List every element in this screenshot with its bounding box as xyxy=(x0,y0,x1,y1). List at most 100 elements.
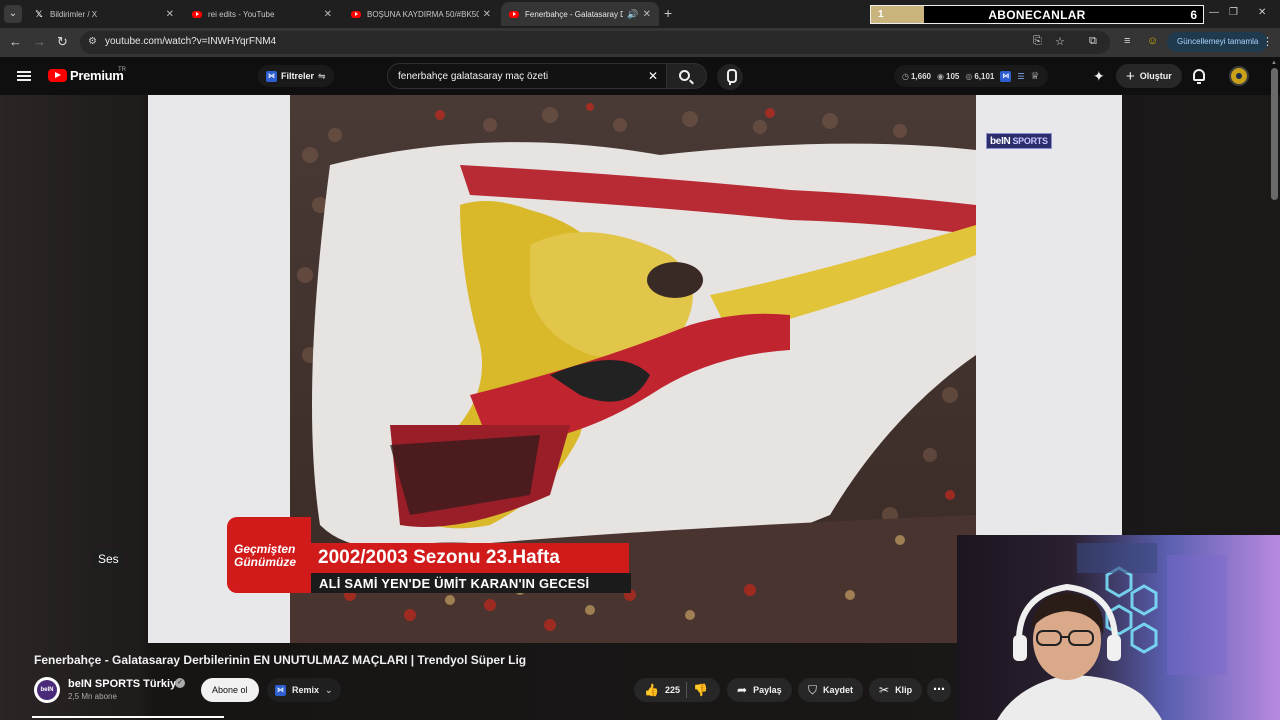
divider xyxy=(685,682,687,698)
save-button[interactable]: ⛉ Kaydet xyxy=(798,678,864,702)
award-icon: ♕ xyxy=(1030,70,1040,82)
browser-toolbar: ← → ↻ ⚙ youtube.com/watch?v=INWHYqrFNM4 … xyxy=(0,28,1280,57)
webcam-overlay xyxy=(957,535,1280,720)
extension-stats[interactable]: ◷ 1,660 ◉ 105 ◎ 6,101 ⋈ ☰ ♕ xyxy=(894,65,1048,87)
x-logo-icon: 𝕏 xyxy=(35,8,43,19)
media-control-icon[interactable]: ≡ xyxy=(1124,35,1130,47)
close-tab-icon[interactable]: ✕ xyxy=(166,9,174,20)
thumbs-down-icon[interactable]: 👎 xyxy=(693,683,708,697)
extension-icon: ⋈ xyxy=(266,70,277,82)
network-suffix: SPORTS xyxy=(1012,136,1048,146)
back-arrow-icon[interactable]: ← xyxy=(9,34,22,49)
lower-third-headline: 2002/2003 Sezonu 23.Hafta xyxy=(311,543,629,573)
channel-avatar[interactable] xyxy=(34,677,60,703)
clip-label: Klip xyxy=(895,685,913,695)
create-button[interactable]: + Oluştur xyxy=(1116,64,1182,88)
create-label: Oluştur xyxy=(1139,71,1172,81)
browser-tab-strip: ⌄ 𝕏 Bildirimler / X ✕ rei edits - YouTub… xyxy=(0,0,1280,28)
new-tab-plus-icon[interactable]: + xyxy=(664,5,672,21)
stat-a: 1,660 xyxy=(910,71,932,81)
close-tab-icon[interactable]: ✕ xyxy=(643,9,651,20)
lower-third-subline: ALİ SAMİ YEN'DE ÜMİT KARAN'IN GECESİ xyxy=(311,573,631,593)
scissors-icon: ✂ xyxy=(879,683,890,697)
tab-fenerbahce-galatasaray[interactable]: Fenerbahçe - Galatasaray D 🔊 ✕ xyxy=(501,2,659,26)
address-bar[interactable]: ⚙ youtube.com/watch?v=INWHYqrFNM4 ⎘ ☆ xyxy=(80,31,1110,54)
close-window-icon[interactable]: ✕ xyxy=(1258,7,1266,18)
youtube-logo-icon[interactable] xyxy=(48,69,67,82)
search-input[interactable]: fenerbahçe galatasaray maç özeti xyxy=(398,71,548,82)
clip-button[interactable]: ✂ Klip xyxy=(869,678,923,702)
more-actions-icon[interactable]: ⋯ xyxy=(927,678,951,702)
bookmark-star-icon[interactable]: ☆ xyxy=(1055,35,1065,48)
update-button[interactable]: Güncellemeyi tamamla xyxy=(1167,32,1269,52)
search-icon xyxy=(679,70,690,81)
sparkle-icon[interactable]: ✦ xyxy=(1093,68,1105,85)
tab-title: BOŞUNA KAYDIRMA 50/#BK50 xyxy=(367,9,479,19)
close-tab-icon[interactable]: ✕ xyxy=(324,9,332,20)
channel-name[interactable]: beIN SPORTS Türkiye xyxy=(68,678,182,690)
close-tab-icon[interactable]: ✕ xyxy=(483,9,491,20)
verified-check-icon: ✓ xyxy=(175,678,185,688)
speaker-icon[interactable]: 🔊 xyxy=(627,9,638,20)
share-arrow-icon: ➦ xyxy=(737,683,748,697)
subscribe-button[interactable]: Abone ol xyxy=(201,678,259,702)
restore-window-icon[interactable]: ❐ xyxy=(1229,7,1238,18)
save-label: Kaydet xyxy=(823,685,854,695)
account-avatar[interactable] xyxy=(1229,66,1249,86)
like-count[interactable]: 225 xyxy=(665,685,680,695)
tab-x-notifications[interactable]: 𝕏 Bildirimler / X ✕ xyxy=(26,2,182,26)
profile-avatar-icon[interactable]: ☺ xyxy=(1147,35,1158,47)
search-button[interactable] xyxy=(667,63,707,89)
tab-title: rei edits - YouTube xyxy=(208,9,275,19)
youtube-icon xyxy=(509,10,519,18)
extensions-puzzle-icon[interactable]: ⧉ xyxy=(1089,35,1097,48)
subscriber-goal-bar: 1 ABONECANLAR 6 xyxy=(870,5,1204,24)
eye-icon: ◉ xyxy=(937,71,944,81)
youtube-premium-wordmark[interactable]: Premium xyxy=(70,68,124,83)
sliders-icon: ⇋ xyxy=(318,70,326,81)
voice-search-mic-icon[interactable] xyxy=(717,64,743,90)
scroll-up-arrow-icon[interactable]: ▲ xyxy=(1271,60,1277,66)
clear-search-icon[interactable]: ✕ xyxy=(648,69,658,83)
url-text[interactable]: youtube.com/watch?v=INWHYqrFNM4 xyxy=(105,36,276,47)
bein-sports-logo: beIN SPORTS xyxy=(986,133,1052,149)
tab-title: Bildirimler / X xyxy=(50,9,98,19)
remix-label: Remix xyxy=(292,685,320,695)
install-app-icon[interactable]: ⎘ xyxy=(1033,35,1042,48)
extension-icon: ⋈ xyxy=(1000,70,1012,82)
plus-icon: + xyxy=(1126,67,1135,85)
clock-icon: ◷ xyxy=(902,71,909,81)
minimize-window-icon[interactable]: — xyxy=(1209,7,1219,18)
stat-c: 6,101 xyxy=(974,71,995,81)
subscriber-count: 2,5 Mn abone xyxy=(68,692,117,701)
search-box[interactable]: fenerbahçe galatasaray maç özeti ✕ xyxy=(387,63,667,89)
goal-label: ABONECANLAR xyxy=(988,8,1086,22)
forward-arrow-icon[interactable]: → xyxy=(33,34,46,49)
page-scrollbar[interactable] xyxy=(1271,68,1278,200)
share-label: Paylaş xyxy=(753,685,782,695)
goal-target: 6 xyxy=(1190,8,1197,22)
bottom-progress-line xyxy=(32,716,224,718)
stat-b: 105 xyxy=(946,71,960,81)
notifications-bell-icon[interactable] xyxy=(1193,69,1205,84)
browser-menu-icon[interactable]: ⋮ xyxy=(1262,35,1273,48)
tab-search-chevron-icon[interactable]: ⌄ xyxy=(4,5,22,23)
badge-line-2: Günümüze xyxy=(234,555,296,569)
tab-bosuna-kaydirma[interactable]: BOŞUNA KAYDIRMA 50/#BK50 ✕ xyxy=(343,2,499,26)
youtube-icon xyxy=(192,10,202,18)
extension-icon: ⋈ xyxy=(275,684,286,696)
network-name: beIN xyxy=(990,135,1011,147)
youtube-icon xyxy=(351,10,361,18)
reload-icon[interactable]: ↻ xyxy=(57,34,68,50)
remix-button[interactable]: ⋈ Remix ⌄ xyxy=(267,678,341,702)
menu-hamburger-icon[interactable] xyxy=(17,71,31,81)
streamer-webcam-image xyxy=(957,535,1280,720)
thumbs-up-icon[interactable]: 👍 xyxy=(644,683,659,697)
country-code: TR xyxy=(118,67,126,73)
share-button[interactable]: ➦ Paylaş xyxy=(727,678,792,702)
tab-title: Fenerbahçe - Galatasaray D xyxy=(525,9,624,19)
tab-rei-edits[interactable]: rei edits - YouTube ✕ xyxy=(184,2,340,26)
filters-button[interactable]: ⋈ Filtreler ⇋ xyxy=(258,65,334,87)
volume-tooltip: Ses xyxy=(92,548,125,570)
site-info-icon[interactable]: ⚙ xyxy=(88,36,97,47)
